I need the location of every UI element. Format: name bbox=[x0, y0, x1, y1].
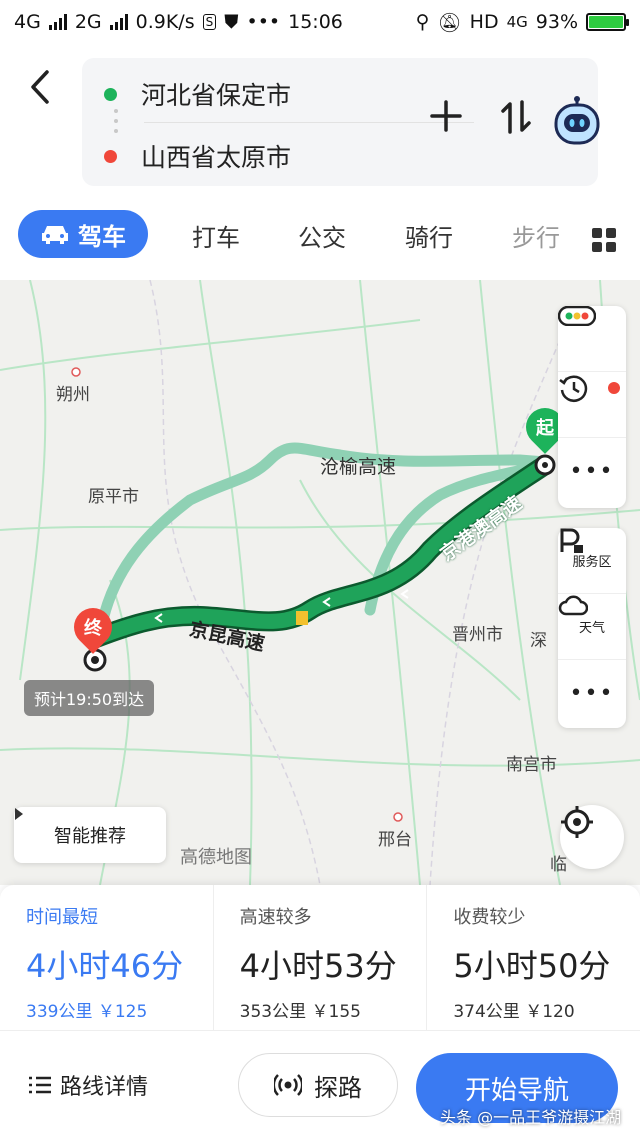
traffic-light-icon bbox=[558, 306, 596, 326]
city-label: 原平市 bbox=[88, 487, 139, 507]
route-options: 时间最短 4小时46分 339公里 ￥125 高速较多 4小时53分 353公里… bbox=[0, 885, 640, 1030]
parking-icon bbox=[560, 528, 583, 553]
clock-history-icon bbox=[559, 375, 588, 402]
notification-dot bbox=[608, 382, 620, 394]
weather-label: 天气 bbox=[578, 621, 605, 636]
end-marker[interactable]: 终 bbox=[66, 600, 120, 658]
network-speed: 0.9K/s bbox=[135, 11, 195, 33]
tab-taxi[interactable]: 打车 bbox=[192, 218, 240, 253]
history-button[interactable] bbox=[558, 372, 626, 438]
route-time: 5小时50分 bbox=[453, 947, 611, 985]
more-tools-button[interactable]: ••• bbox=[558, 438, 626, 504]
map-tools-panel: ••• bbox=[558, 306, 626, 508]
city-label: 晋州市 bbox=[452, 625, 503, 645]
destination-dot-icon bbox=[104, 149, 117, 163]
swap-icon bbox=[501, 100, 531, 134]
smart-recommend-button[interactable]: 智能推荐 bbox=[14, 807, 166, 863]
explore-route-button[interactable]: 探路 bbox=[238, 1053, 398, 1117]
more-dots-icon: ••• bbox=[569, 680, 615, 706]
origin-dot-icon bbox=[104, 87, 117, 101]
eta-label: 预计19:50到达 bbox=[24, 680, 155, 716]
map-view[interactable]: 朔州 原平市 晋州市 深 南宫市 邢台 临 沧榆高速 京昆高速 京港澳高速 起 … bbox=[0, 280, 640, 885]
service-area-button[interactable]: 服务区 bbox=[558, 528, 626, 594]
mute-icon: 🔕︎ bbox=[437, 11, 462, 34]
hd-label: HD bbox=[469, 11, 499, 33]
explore-route-label: 探路 bbox=[314, 1073, 362, 1102]
status-time: 15:06 bbox=[288, 11, 343, 33]
route-time: 4小时53分 bbox=[239, 947, 397, 985]
origin-field[interactable]: 河北省保定市 bbox=[104, 76, 291, 112]
more-dots-icon: ••• bbox=[569, 458, 615, 484]
tab-drive-label: 驾车 bbox=[78, 222, 126, 251]
tab-bus[interactable]: 公交 bbox=[298, 218, 346, 253]
signal-icon-2 bbox=[109, 14, 128, 30]
network-type-2: 2G bbox=[74, 11, 102, 33]
origin-text: 河北省保定市 bbox=[141, 81, 292, 110]
travel-mode-tabs: 驾车 打车 公交 骑行 步行 bbox=[0, 210, 640, 270]
route-detail-label: 路线详情 bbox=[60, 1075, 149, 1100]
map-watermark: 高德地图 bbox=[180, 847, 252, 868]
chevron-left-icon bbox=[31, 70, 49, 104]
car-icon bbox=[42, 226, 68, 244]
triangle-right-icon bbox=[15, 808, 23, 820]
crosshair-icon bbox=[561, 806, 593, 838]
route-option[interactable]: 时间最短 4小时46分 339公里 ￥125 bbox=[0, 885, 214, 1030]
highway-label-cangyu: 沧榆高速 bbox=[320, 456, 397, 478]
route-tag: 收费较少 bbox=[453, 907, 526, 928]
battery-percent: 93% bbox=[535, 11, 578, 33]
more-dots-icon: ••• bbox=[246, 11, 281, 33]
smart-recommend-label: 智能推荐 bbox=[54, 826, 126, 847]
city-label: 邢台 bbox=[378, 830, 412, 850]
swap-button[interactable] bbox=[500, 100, 532, 143]
list-icon bbox=[29, 1076, 51, 1094]
back-button[interactable] bbox=[22, 62, 58, 112]
end-marker-label: 终 bbox=[84, 618, 102, 639]
route-detail-button[interactable]: 路线详情 bbox=[28, 1069, 148, 1101]
route-option[interactable]: 收费较少 5小时50分 374公里 ￥120 bbox=[427, 885, 640, 1030]
battery-icon bbox=[586, 13, 629, 31]
divider bbox=[144, 122, 474, 123]
city-label: 南宫市 bbox=[506, 755, 557, 775]
route-meta: 353公里 ￥155 bbox=[239, 1002, 361, 1022]
more-layers-button[interactable]: ••• bbox=[558, 660, 626, 726]
route-option[interactable]: 高速较多 4小时53分 353公里 ￥155 bbox=[214, 885, 428, 1030]
weather-button[interactable]: 天气 bbox=[558, 594, 626, 660]
traffic-toggle-button[interactable] bbox=[558, 306, 626, 372]
network-type-1: 4G bbox=[14, 11, 41, 33]
route-tag: 时间最短 bbox=[26, 907, 98, 928]
signal-icon bbox=[48, 14, 67, 30]
destination-field[interactable]: 山西省太原市 bbox=[104, 138, 291, 174]
start-marker-label: 起 bbox=[536, 418, 554, 439]
locate-button[interactable] bbox=[560, 805, 624, 869]
add-waypoint-button[interactable] bbox=[430, 100, 462, 141]
tab-walk[interactable]: 步行 bbox=[512, 218, 560, 253]
route-connector bbox=[114, 106, 118, 136]
cloud-icon bbox=[558, 595, 588, 616]
tab-drive[interactable]: 驾车 bbox=[18, 210, 148, 258]
broadcast-icon bbox=[274, 1074, 302, 1096]
shield-icon: ⛊ bbox=[224, 11, 239, 33]
plus-icon bbox=[430, 100, 462, 132]
assistant-robot-icon[interactable] bbox=[552, 96, 602, 146]
map-canvas bbox=[0, 280, 640, 885]
route-tag: 高速较多 bbox=[239, 907, 312, 928]
network-type-3: 4G bbox=[506, 13, 528, 31]
map-layers-panel: 服务区 天气 ••• bbox=[558, 528, 626, 728]
route-meta: 339公里 ￥125 bbox=[26, 1002, 148, 1022]
more-modes-grid-icon[interactable] bbox=[592, 228, 616, 252]
destination-text: 山西省太原市 bbox=[141, 143, 292, 172]
status-bar: 4G 2G 0.9K/s S ⛊ ••• 15:06 ⚲ 🔕︎ HD 4G 93… bbox=[0, 0, 640, 44]
s-icon: S bbox=[202, 14, 217, 30]
route-time: 4小时46分 bbox=[26, 947, 184, 985]
city-label: 深 bbox=[530, 631, 547, 651]
tab-bike[interactable]: 骑行 bbox=[405, 218, 453, 253]
source-credit: 头条 @一品王爷游摄江湖 bbox=[440, 1108, 622, 1127]
city-label: 朔州 bbox=[56, 385, 90, 405]
route-meta: 374公里 ￥120 bbox=[453, 1002, 575, 1022]
location-icon: ⚲ bbox=[415, 11, 430, 33]
